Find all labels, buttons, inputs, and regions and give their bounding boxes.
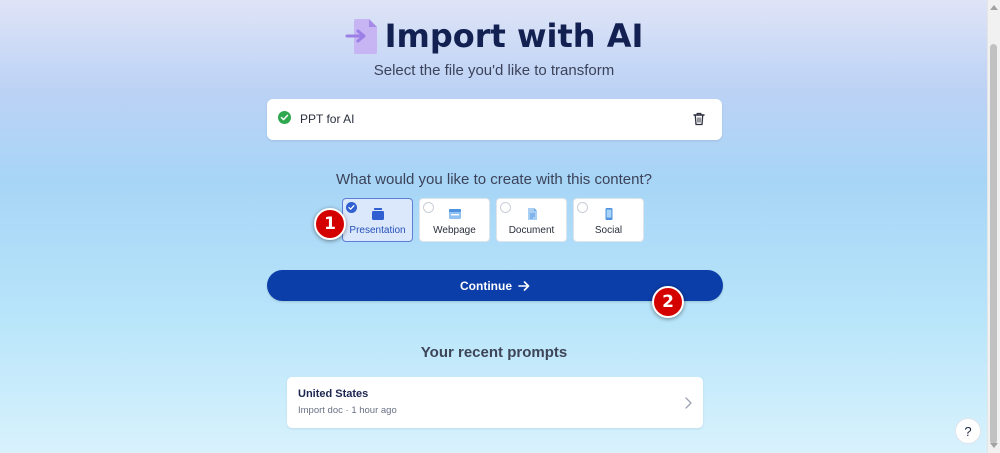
recent-prompt-meta: Import doc · 1 hour ago <box>298 405 397 416</box>
page-title: Import with AI <box>384 17 644 55</box>
trash-icon[interactable] <box>693 112 705 126</box>
page-subtitle: Select the file you'd like to transform <box>373 62 615 79</box>
phone-icon <box>574 207 643 221</box>
webpage-icon <box>420 207 489 221</box>
option-label: Webpage <box>433 225 476 236</box>
option-webpage[interactable]: Webpage <box>419 198 490 242</box>
option-label: Social <box>594 225 623 236</box>
annotation-marker-1: 1 <box>314 208 346 240</box>
content-type-options: Presentation Webpage Document Social <box>342 198 644 242</box>
help-button[interactable]: ? <box>955 418 981 444</box>
check-circle-icon <box>278 111 291 124</box>
option-label: Document <box>508 225 555 236</box>
option-presentation[interactable]: Presentation <box>342 198 413 242</box>
presentation-icon <box>343 207 412 221</box>
import-page: Import with AI Select the file you'd lik… <box>0 0 988 453</box>
chevron-right-icon <box>685 396 692 414</box>
option-label: Presentation <box>349 225 406 236</box>
file-import-icon <box>345 16 379 56</box>
scroll-down-arrow-icon[interactable] <box>990 443 998 448</box>
recent-prompts-heading: Your recent prompts <box>420 344 568 361</box>
arrow-right-icon <box>518 280 530 291</box>
recent-prompt-title: United States <box>298 388 369 400</box>
scroll-up-arrow-icon[interactable] <box>990 5 998 10</box>
document-icon <box>497 207 566 221</box>
recent-prompt-item[interactable]: United States Import doc · 1 hour ago <box>287 377 703 428</box>
content-type-question: What would you like to create with this … <box>336 171 652 188</box>
page-header: Import with AI <box>0 16 988 56</box>
option-social[interactable]: Social <box>573 198 644 242</box>
scrollbar-thumb[interactable] <box>990 44 997 444</box>
continue-label: Continue <box>460 278 512 293</box>
vertical-scrollbar[interactable] <box>987 0 1000 453</box>
file-name: PPT for AI <box>300 112 355 126</box>
annotation-marker-2: 2 <box>652 286 684 318</box>
selected-file-card: PPT for AI <box>267 99 722 140</box>
option-document[interactable]: Document <box>496 198 567 242</box>
